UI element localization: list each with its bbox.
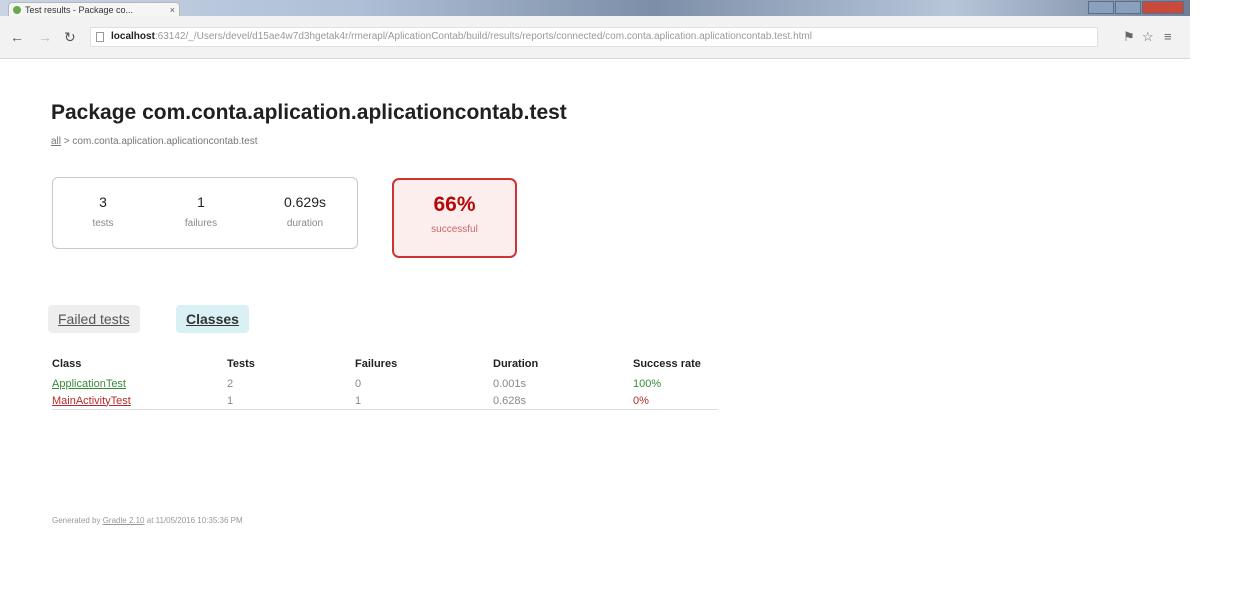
header-success-rate: Success rate	[633, 358, 701, 370]
browser-tab-title: Test results - Package co...	[25, 4, 134, 15]
table-row: ApplicationTest 2 0 0.001s 100%	[52, 375, 718, 392]
star-icon[interactable]: ☆	[1142, 30, 1154, 44]
tab-classes[interactable]: Classes	[176, 305, 249, 333]
browser-tab[interactable]: Test results - Package co... ×	[8, 2, 180, 16]
success-rate-box: 66% successful	[392, 178, 517, 258]
page-icon	[96, 32, 104, 42]
footer-prefix: Generated by	[52, 516, 103, 525]
duration-cell: 0.001s	[493, 377, 527, 390]
duration-label: duration	[286, 218, 324, 229]
summary-box: 3 tests 1 failures 0.629s duration	[52, 177, 358, 249]
address-bar[interactable]: localhost:63142/_/Users/devel/d15ae4w7d3…	[90, 27, 1098, 47]
browser-titlebar: Test results - Package co... ×	[0, 0, 1190, 16]
class-cell: ApplicationTest	[52, 375, 227, 392]
close-window-button[interactable]	[1142, 1, 1184, 14]
browser-chrome: Test results - Package co... × ← → ↻ loc…	[0, 0, 1190, 59]
failures-cell: 0	[355, 377, 362, 390]
classes-table: Class Tests Failures Duration Success ra…	[52, 357, 718, 410]
success-label: successful	[431, 224, 478, 235]
duration-cell: 0.628s	[493, 392, 633, 410]
tests-count: 3	[99, 194, 107, 210]
failures-counter: 1 failures	[161, 194, 241, 229]
table-row: MainActivityTest 1 1 0.628s 0%	[52, 392, 718, 410]
breadcrumb-current: > com.conta.aplication.aplicationcontab.…	[61, 136, 258, 147]
browser-toolbar: ← → ↻ localhost:63142/_/Users/devel/d15a…	[0, 17, 1190, 57]
footer: Generated by Gradle 2.10 at 11/05/2016 1…	[52, 516, 243, 525]
minimize-button[interactable]	[1088, 1, 1114, 14]
success-rate-cell: 0%	[633, 392, 718, 410]
header-failures: Failures	[355, 358, 398, 370]
tests-label: tests	[92, 218, 114, 229]
failures-label: failures	[184, 218, 218, 229]
header-duration: Duration	[493, 358, 539, 370]
breadcrumb-all-link[interactable]: all	[51, 136, 61, 147]
maximize-button[interactable]	[1115, 1, 1141, 14]
breadcrumb: all > com.conta.aplication.aplicationcon…	[51, 136, 258, 147]
footer-suffix: at 11/05/2016 10:35:36 PM	[144, 516, 243, 525]
url-path: :63142/_/Users/devel/d15ae4w7d3hgetak4r/…	[154, 31, 812, 42]
forward-icon[interactable]: →	[38, 30, 52, 44]
tests-cell: 2	[227, 377, 234, 390]
window-controls	[1087, 1, 1184, 14]
duration-counter: 0.629s duration	[265, 194, 345, 229]
tab-failed-tests[interactable]: Failed tests	[48, 305, 140, 333]
favicon-icon	[13, 5, 21, 14]
table-header-row: Class Tests Failures Duration Success ra…	[52, 357, 718, 375]
back-icon[interactable]: ←	[10, 30, 24, 44]
duration-value: 0.629s	[283, 194, 327, 210]
success-rate-cell: 100%	[633, 377, 662, 390]
close-tab-icon[interactable]: ×	[170, 5, 175, 15]
tests-counter: 3 tests	[63, 194, 143, 229]
gradle-link[interactable]: Gradle 2.10	[103, 516, 145, 525]
header-class: Class	[52, 358, 82, 370]
translate-icon[interactable]: ⚑	[1123, 30, 1135, 44]
class-link-application-test[interactable]: ApplicationTest	[52, 378, 126, 390]
tests-cell: 1	[227, 392, 355, 410]
url-host: localhost	[111, 31, 155, 42]
header-tests: Tests	[227, 358, 255, 370]
success-percent: 66%	[433, 193, 476, 216]
class-cell: MainActivityTest	[52, 392, 227, 410]
failures-cell: 1	[355, 392, 493, 410]
class-link-main-activity-test[interactable]: MainActivityTest	[52, 395, 131, 407]
failures-count: 1	[197, 194, 205, 210]
reload-icon[interactable]: ↻	[64, 30, 76, 44]
page-title: Package com.conta.aplication.aplicationc…	[51, 101, 567, 124]
menu-icon[interactable]: ≡	[1164, 30, 1172, 44]
